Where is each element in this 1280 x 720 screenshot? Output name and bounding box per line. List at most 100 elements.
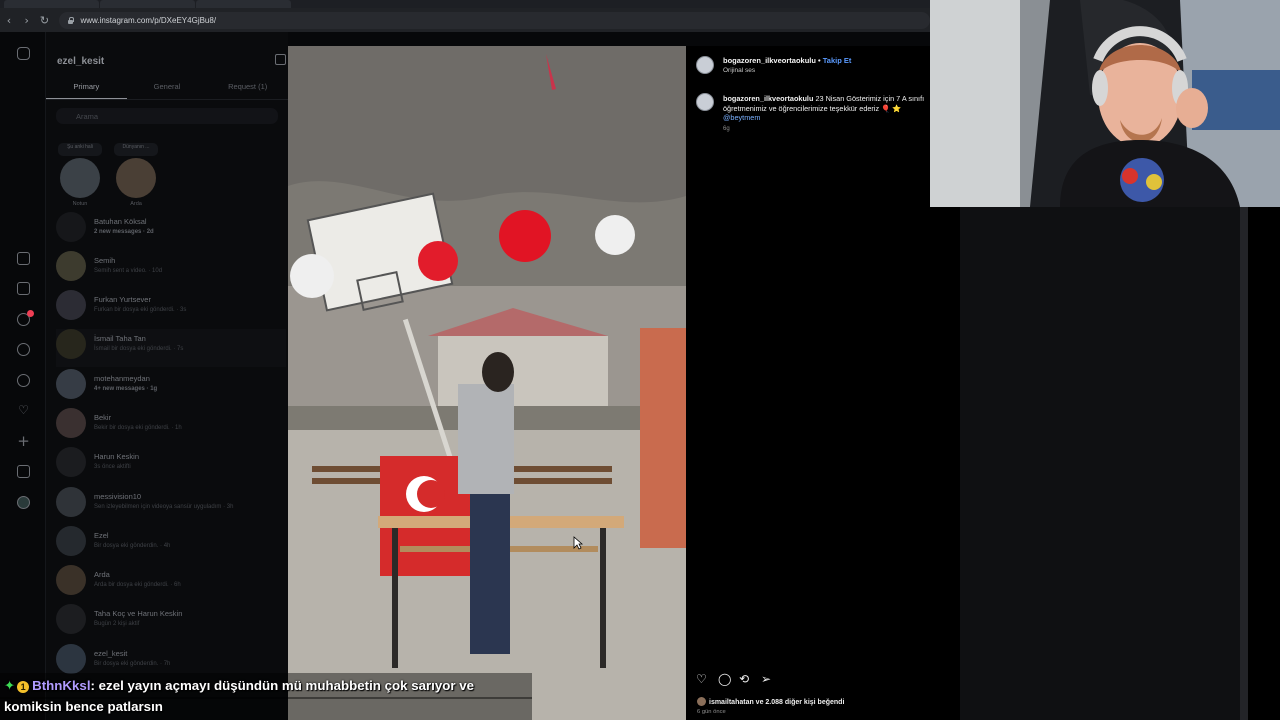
chat-username: BthnKksl: [32, 678, 91, 693]
dm-tabs: Primary General Request (1): [46, 80, 288, 100]
caption-time: 6g: [723, 126, 730, 132]
conversation-preview: Bir dosya eki gönderdin. · 7h: [94, 661, 171, 667]
forward-icon[interactable]: ›: [18, 14, 36, 27]
post-video[interactable]: [288, 46, 686, 720]
conversation-name: Batuhan Köksal: [94, 217, 147, 226]
follow-button[interactable]: Takip Et: [823, 56, 852, 65]
avatar: [56, 369, 86, 399]
avatar: [56, 604, 86, 634]
audio-label[interactable]: Orijinal ses: [723, 67, 755, 74]
avatar: [56, 487, 86, 517]
reels-icon[interactable]: [17, 282, 30, 295]
post-author-name[interactable]: bogazoren_ilkveortaokulu: [723, 56, 816, 65]
conversation-name: ezel_kesit: [94, 649, 128, 658]
avatar: [56, 644, 86, 674]
instagram-page: ♡ + ezel_kesit Primary General Request (…: [0, 32, 949, 720]
note-name: Notun: [72, 201, 88, 207]
like-icon[interactable]: ♡: [696, 672, 707, 686]
conversation-name: Harun Keskin: [94, 452, 140, 461]
reload-icon[interactable]: ↻: [36, 14, 54, 27]
dm-search-input[interactable]: Arama: [56, 108, 278, 124]
conversation-preview: İsmail bir dosya eki gönderdi. · 7s: [94, 346, 184, 352]
dm-username[interactable]: ezel_kesit: [57, 56, 104, 67]
conversation-item[interactable]: İsmail Taha Tan İsmail bir dosya eki gön…: [56, 329, 286, 367]
conversation-name: Ezel: [94, 531, 109, 540]
compose-icon[interactable]: [275, 54, 286, 65]
tab-general[interactable]: General: [127, 80, 208, 99]
avatar: [697, 697, 706, 706]
conversation-preview: 3s önce aktifti: [94, 464, 131, 470]
avatar[interactable]: [696, 93, 714, 111]
nav-rail: ♡ +: [0, 32, 46, 720]
dashboard-icon[interactable]: [17, 465, 30, 478]
note-item[interactable]: Şu anki hali Notun: [58, 143, 102, 207]
avatar: [56, 329, 86, 359]
browser-tab[interactable]: [100, 0, 195, 8]
webcam-frame: [930, 0, 1280, 207]
profile-icon[interactable]: [17, 496, 30, 509]
webcam-feed: [930, 0, 1280, 207]
conversation-preview: Bir dosya eki gönderdin. · 4h: [94, 543, 171, 549]
conversation-item[interactable]: Taha Koç ve Harun Keskin Bugün 2 kişi ak…: [56, 604, 286, 642]
comment-icon[interactable]: ◯: [718, 672, 731, 686]
note-item[interactable]: Dünyanın ... Arda: [114, 143, 158, 207]
subscriber-badge-icon: ✦: [4, 679, 16, 694]
avatar: [56, 565, 86, 595]
post-author: bogazoren_ilkveortaokulu • Takip Et: [723, 56, 851, 65]
tab-requests[interactable]: Request (1): [207, 80, 288, 99]
likes-text: ismailtahatan ve 2.088 diğer kişi beğend…: [709, 699, 845, 706]
conversation-name: Furkan Yurtsever: [94, 295, 151, 304]
share-icon[interactable]: ➢: [761, 672, 771, 686]
direct-messages-panel: ezel_kesit Primary General Request (1) A…: [46, 32, 288, 720]
screen: ‹ › ↻ www.instagram.com/p/DXeEY4GjBu8/ ♡…: [0, 0, 1280, 720]
home-icon[interactable]: [17, 252, 30, 265]
url-text: www.instagram.com/p/DXeEY4GjBu8/: [80, 15, 217, 25]
notes-row: Şu anki hali Notun Dünyanın ... Arda: [58, 143, 288, 213]
conversation-item[interactable]: messivision10 Sen izleyebilmen için vide…: [56, 487, 286, 525]
notifications-icon[interactable]: ♡: [17, 404, 30, 417]
avatar[interactable]: [696, 56, 714, 74]
note-bubble: Şu anki hali: [58, 143, 102, 156]
browser-tabstrip: [0, 0, 930, 8]
chat-message-continuation: komiksin bence patlarsın: [4, 699, 163, 714]
address-bar[interactable]: www.instagram.com/p/DXeEY4GjBu8/: [59, 11, 931, 29]
conversation-item[interactable]: Ezel Bir dosya eki gönderdin. · 4h: [56, 526, 286, 564]
conversation-name: Semih: [94, 256, 116, 265]
conversation-preview: Semih sent a video. · 10d: [94, 268, 163, 274]
back-icon[interactable]: ‹: [0, 14, 18, 27]
conversation-item[interactable]: Arda Arda bir dosya eki gönderdi. · 6h: [56, 565, 286, 603]
conversation-item[interactable]: Batuhan Köksal 2 new messages · 2d: [56, 212, 286, 250]
browser-tab[interactable]: [196, 0, 291, 8]
avatar: [56, 408, 86, 438]
post-caption: bogazoren_ilkveortaokulu 23 Nisan Göster…: [723, 94, 928, 123]
scrollbar[interactable]: [1240, 207, 1248, 720]
conversation-name: Taha Koç ve Harun Keskin: [94, 609, 183, 618]
conversation-name: Arda: [94, 570, 110, 579]
post-time: 6 gün önce: [697, 709, 726, 715]
lock-icon: [67, 16, 75, 24]
conversation-preview: Furkan bir dosya eki gönderdi. · 3s: [94, 307, 187, 313]
conversation-preview: Arda bir dosya eki gönderdi. · 6h: [94, 582, 181, 588]
conversation-preview: Bekir bir dosya eki gönderdi. · 1h: [94, 425, 182, 431]
avatar: [56, 212, 86, 242]
create-icon[interactable]: +: [17, 434, 30, 449]
repost-icon[interactable]: ⟲: [739, 672, 749, 686]
post-actions: ♡ ◯ ⟲ ➢ ⚑: [686, 672, 956, 694]
likes-summary[interactable]: ismailtahatan ve 2.088 diğer kişi beğend…: [697, 697, 844, 706]
conversation-item[interactable]: Furkan Yurtsever Furkan bir dosya eki gö…: [56, 290, 286, 328]
video-frame: [288, 46, 686, 720]
conversation-item[interactable]: Semih Semih sent a video. · 10d: [56, 251, 286, 289]
caption-author[interactable]: bogazoren_ilkveortaokulu: [723, 94, 813, 103]
search-icon[interactable]: [17, 343, 30, 356]
conversation-item[interactable]: Bekir Bekir bir dosya eki gönderdi. · 1h: [56, 408, 286, 446]
tab-primary[interactable]: Primary: [46, 80, 127, 99]
conversation-item[interactable]: Harun Keskin 3s önce aktifti: [56, 447, 286, 485]
browser-tab[interactable]: [4, 0, 99, 8]
instagram-icon[interactable]: [17, 47, 30, 60]
note-name: Arda: [130, 201, 142, 207]
conversation-item[interactable]: motehanmeydan 4+ new messages · 1g: [56, 369, 286, 407]
avatar: [56, 447, 86, 477]
explore-icon[interactable]: [17, 374, 30, 387]
conversation-name: Bekir: [94, 413, 112, 422]
caption-mention[interactable]: @beytmem: [723, 113, 760, 122]
